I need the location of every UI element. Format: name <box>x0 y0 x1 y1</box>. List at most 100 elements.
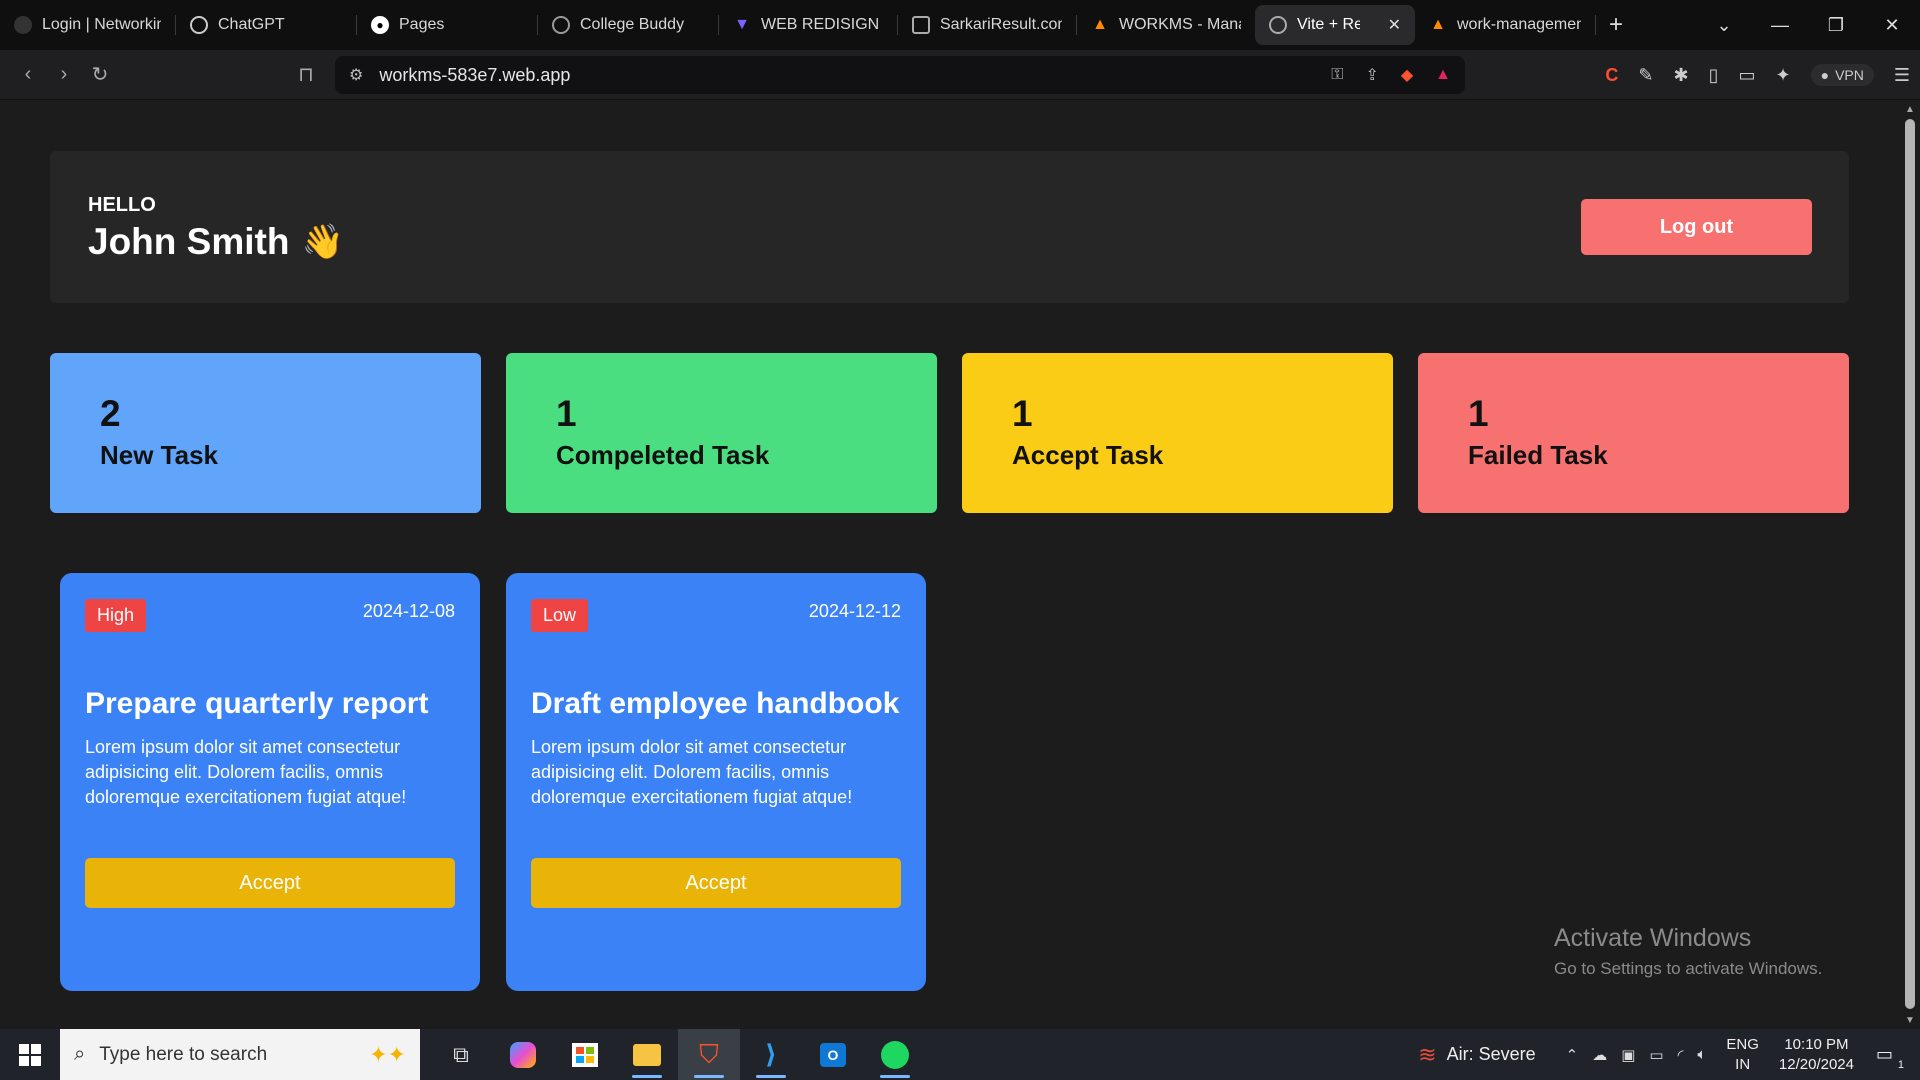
notification-center-icon[interactable]: ▭ 1 <box>1876 1044 1906 1071</box>
greeting-header: HELLO John Smith 👋 Log out <box>50 151 1849 303</box>
tab-list-chevron-icon[interactable]: ⌄ <box>1696 15 1752 36</box>
minimize-icon[interactable]: — <box>1752 15 1808 36</box>
taskbar-search[interactable]: ⌕ Type here to search ✦✦ <box>60 1029 420 1080</box>
url-text[interactable]: workms-583e7.web.app <box>379 65 570 86</box>
language-indicator[interactable]: ENG IN <box>1726 1035 1759 1075</box>
restore-icon[interactable]: ❐ <box>1808 15 1864 36</box>
priority-badge: Low <box>531 599 589 632</box>
accept-task-button[interactable]: Accept <box>531 858 901 908</box>
store-tile <box>576 1046 584 1054</box>
task-view-icon[interactable]: ⧉ <box>430 1029 492 1080</box>
back-icon[interactable]: ‹ <box>10 57 46 93</box>
tab-label: ChatGPT <box>218 16 285 33</box>
copilot-icon[interactable] <box>492 1029 554 1080</box>
extensions-puzzle-icon[interactable]: ✱ <box>1673 65 1688 86</box>
sidebar-toggle-icon[interactable]: ▯ <box>1709 65 1719 86</box>
globe-icon <box>552 16 570 34</box>
microsoft-store-icon[interactable] <box>554 1029 616 1080</box>
vpn-label: VPN <box>1835 67 1864 83</box>
forward-icon[interactable]: › <box>46 57 82 93</box>
tab-label: Vite + React <box>1297 16 1360 33</box>
menu-icon[interactable]: ☰ <box>1894 65 1910 86</box>
close-tab-icon[interactable]: ✕ <box>1388 15 1401 35</box>
outlook-icon[interactable]: O <box>802 1029 864 1080</box>
page-icon <box>912 16 930 34</box>
volume-icon[interactable]: 🔈︎ <box>1697 1046 1706 1064</box>
stat-count: 2 <box>100 393 121 434</box>
page-scrollbar[interactable]: ▲ ▼ <box>1900 101 1920 1029</box>
github-icon: ● <box>371 16 389 34</box>
scroll-up-icon[interactable]: ▲ <box>1905 104 1915 115</box>
tab-work-management[interactable]: ▲ work-managemen <box>1415 5 1595 45</box>
stat-accept-task: 1 Accept Task <box>962 353 1393 513</box>
show-hidden-icons-icon[interactable]: ⌃ <box>1566 1046 1579 1064</box>
windows-taskbar: ⌕ Type here to search ✦✦ ⧉ ⛉ ⟩ O ≋ Air: … <box>0 1029 1920 1080</box>
tab-college-buddy[interactable]: College Buddy <box>538 5 718 45</box>
stat-label: Accept Task <box>1012 440 1164 470</box>
file-explorer-icon[interactable] <box>616 1029 678 1080</box>
wallet-icon[interactable]: ▭ <box>1738 65 1755 86</box>
tab-label: Login | Networkin <box>42 16 161 33</box>
leo-ai-icon[interactable]: ✦ <box>1776 65 1791 86</box>
meet-now-icon[interactable]: ▣ <box>1621 1046 1635 1064</box>
clock[interactable]: 10:10 PM 12/20/2024 <box>1779 1035 1854 1075</box>
share-icon[interactable]: ⇪ <box>1365 65 1378 85</box>
brave-shields-icon[interactable]: ◆ <box>1401 65 1413 85</box>
site-settings-icon[interactable]: ⚙ <box>349 65 363 85</box>
system-tray: ≋ Air: Severe ⌃ ☁ ▣ ▭ ◜ 🔈︎ ENG IN 10:10 … <box>1418 1029 1920 1080</box>
tab-workms[interactable]: ▲ WORKMS - Mana <box>1077 5 1255 45</box>
vpn-button[interactable]: ● VPN <box>1810 64 1874 86</box>
vscode-icon[interactable]: ⟩ <box>740 1029 802 1080</box>
vpn-status-icon: ● <box>1820 67 1830 83</box>
bookmark-icon[interactable]: ⊓ <box>288 57 324 93</box>
clock-date: 12/20/2024 <box>1778 1055 1854 1073</box>
watermark-title: Activate Windows <box>1554 924 1752 952</box>
tab-login-networking[interactable]: Login | Networkin <box>0 5 175 45</box>
chatgpt-icon <box>190 16 208 34</box>
scroll-down-icon[interactable]: ▼ <box>1905 1015 1915 1026</box>
logout-button[interactable]: Log out <box>1581 199 1812 255</box>
user-name: John Smith 👋 <box>88 221 344 263</box>
address-bar[interactable]: ⚙ workms-583e7.web.app ⚿ ⇪ ◆ ▲ <box>335 56 1465 94</box>
accept-task-button[interactable]: Accept <box>85 858 455 908</box>
eyedropper-icon[interactable]: ✎ <box>1638 65 1653 86</box>
weather-widget[interactable]: ≋ Air: Severe <box>1418 1042 1535 1068</box>
tab-sarkari-result[interactable]: SarkariResult.com <box>898 5 1076 45</box>
air-quality-icon: ≋ <box>1418 1041 1437 1067</box>
copilot-glyph <box>510 1041 536 1068</box>
onedrive-icon[interactable]: ☁ <box>1592 1046 1607 1064</box>
task-date: 2024-12-12 <box>808 601 901 621</box>
brave-browser-icon[interactable]: ⛉ <box>678 1029 740 1080</box>
start-button[interactable] <box>0 1029 60 1080</box>
browser-nav-bar: ‹ › ↻ ⊓ ⚙ workms-583e7.web.app ⚿ ⇪ ◆ ▲ C… <box>0 50 1920 100</box>
battery-icon[interactable]: ▭ <box>1649 1046 1663 1064</box>
activate-windows-watermark: Activate Windows Go to Settings to activ… <box>1554 924 1822 979</box>
vscode-glyph: ⟩ <box>765 1039 777 1069</box>
notification-glyph: ▭ <box>1876 1044 1894 1064</box>
browser-tab-bar: Login | Networkin ChatGPT ● Pages Colleg… <box>0 0 1920 50</box>
search-placeholder: Type here to search <box>99 1043 268 1065</box>
globe-icon <box>1269 16 1287 34</box>
brave-rewards-icon[interactable]: ▲ <box>1435 66 1451 84</box>
folder-glyph <box>633 1043 661 1066</box>
window-controls: ⌄ — ❐ ✕ <box>1696 0 1920 50</box>
outlook-glyph: O <box>820 1042 846 1067</box>
tab-chatgpt[interactable]: ChatGPT <box>176 5 356 45</box>
wifi-icon[interactable]: ◜ <box>1678 1046 1684 1064</box>
password-key-icon[interactable]: ⚿ <box>1331 66 1343 84</box>
task-title: Draft employee handbook <box>531 687 900 720</box>
region-code: IN <box>1735 1055 1751 1073</box>
tab-web-redesign[interactable]: ▼ WEB REDISIGN <box>719 5 897 45</box>
stat-label: New Task <box>100 440 219 470</box>
extension-c-icon[interactable]: C <box>1605 65 1618 86</box>
new-tab-button[interactable]: + <box>1596 5 1636 45</box>
scrollbar-thumb[interactable] <box>1905 119 1915 1009</box>
tab-vite-react[interactable]: Vite + React ✕ <box>1255 5 1415 45</box>
reload-icon[interactable]: ↻ <box>82 57 118 93</box>
spotify-icon[interactable] <box>864 1029 926 1080</box>
close-window-icon[interactable]: ✕ <box>1864 15 1920 36</box>
tab-pages[interactable]: ● Pages <box>357 5 537 45</box>
language-code: ENG <box>1726 1035 1759 1053</box>
task-description: Lorem ipsum dolor sit amet consectetur a… <box>85 737 407 807</box>
stat-label: Compeleted Task <box>556 440 770 470</box>
